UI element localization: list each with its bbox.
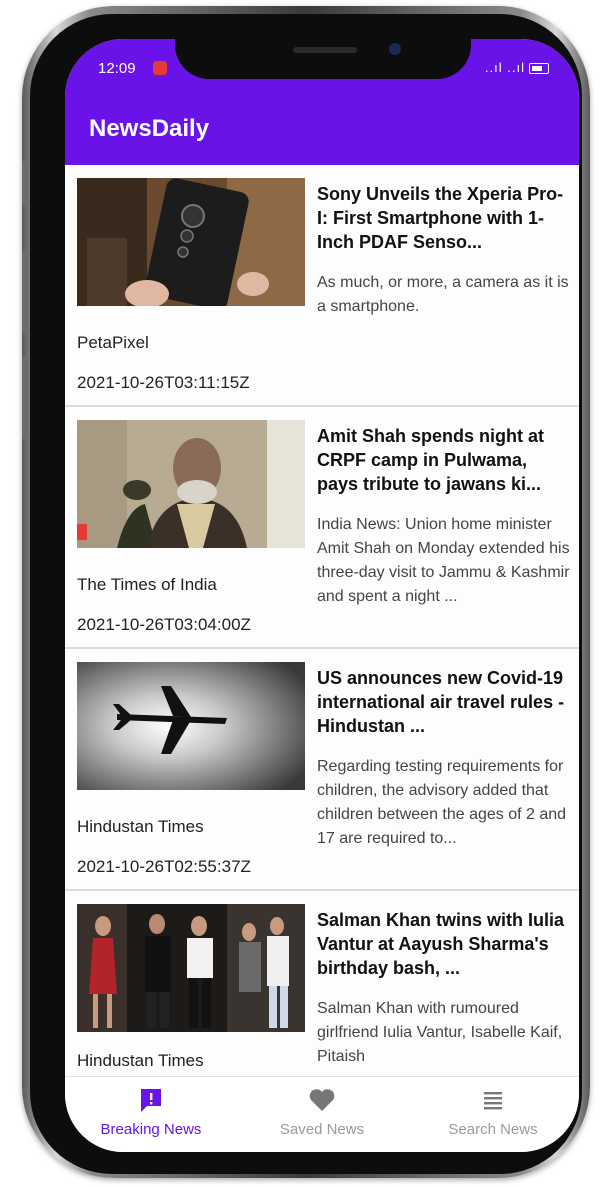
status-time: 12:09 xyxy=(98,60,136,77)
news-feed[interactable]: Sony Unveils the Xperia Pro-I: First Sma… xyxy=(65,165,579,1076)
article-title[interactable]: US announces new Covid-19 international … xyxy=(317,666,571,738)
airplane-photo-image xyxy=(77,662,305,790)
phone-screen: 12:09 ..ıl ..ıl NewsDaily Sony Unveils t… xyxy=(65,39,579,1152)
nav-saved-news[interactable]: Saved News xyxy=(242,1087,402,1138)
article-description: As much, or more, a camera as it is a sm… xyxy=(317,274,569,315)
heart-icon xyxy=(309,1089,335,1111)
article-source: The Times of India xyxy=(77,575,217,594)
phone-photo-image xyxy=(77,178,305,306)
article-card[interactable]: Salman Khan twins with Iulia Vantur at A… xyxy=(65,891,579,1076)
article-description: Regarding testing requirements for child… xyxy=(317,758,567,847)
battery-icon xyxy=(529,63,549,75)
article-card[interactable]: Sony Unveils the Xperia Pro-I: First Sma… xyxy=(65,165,579,407)
front-camera-icon xyxy=(389,43,401,55)
camera-notch xyxy=(175,39,471,79)
article-source: Hindustan Times xyxy=(77,817,204,836)
phone-volume-down-button xyxy=(22,356,28,440)
notification-icon xyxy=(153,61,167,75)
nav-label: Breaking News xyxy=(100,1121,202,1138)
app-title: NewsDaily xyxy=(89,115,210,142)
nav-label: Search News xyxy=(448,1121,538,1138)
article-card[interactable]: US announces new Covid-19 international … xyxy=(65,649,579,891)
article-title[interactable]: Salman Khan twins with Iulia Vantur at A… xyxy=(317,908,571,980)
nav-search-news[interactable]: Search News xyxy=(413,1087,573,1138)
menu-lines-icon xyxy=(484,1092,502,1110)
breaking-news-icon xyxy=(141,1089,161,1112)
signal-icon: ..ıl ..ıl xyxy=(484,60,525,75)
article-thumbnail xyxy=(77,904,305,1032)
app-bar: NewsDaily xyxy=(65,97,579,165)
article-description: India News: Union home minister Amit Sha… xyxy=(317,516,570,605)
article-source: PetaPixel xyxy=(77,333,149,352)
article-description: Salman Khan with rumoured girlfriend Iul… xyxy=(317,1000,563,1065)
article-date: 2021-10-26T03:11:15Z xyxy=(77,373,250,392)
article-source: Hindustan Times xyxy=(77,1051,204,1070)
article-thumbnail xyxy=(77,662,305,790)
article-title[interactable]: Amit Shah spends night at CRPF camp in P… xyxy=(317,424,571,496)
bottom-navigation: Breaking News Saved News Search News xyxy=(65,1076,579,1152)
nav-label: Saved News xyxy=(279,1121,365,1138)
phone-side-button xyxy=(22,160,28,206)
article-card[interactable]: Amit Shah spends night at CRPF camp in P… xyxy=(65,407,579,649)
signal-indicator: ..ıl ..ıl xyxy=(485,60,549,75)
article-thumbnail xyxy=(77,178,305,306)
speaker-grille xyxy=(293,47,357,53)
article-title[interactable]: Sony Unveils the Xperia Pro-I: First Sma… xyxy=(317,182,571,254)
article-date: 2021-10-26T03:04:00Z xyxy=(77,615,251,634)
nav-breaking-news[interactable]: Breaking News xyxy=(71,1087,231,1138)
phone-volume-up-button xyxy=(22,250,28,334)
celebrities-collage-image xyxy=(77,904,305,1032)
article-thumbnail xyxy=(77,420,305,548)
politician-photo-image xyxy=(77,420,305,548)
article-date: 2021-10-26T02:55:37Z xyxy=(77,857,251,876)
